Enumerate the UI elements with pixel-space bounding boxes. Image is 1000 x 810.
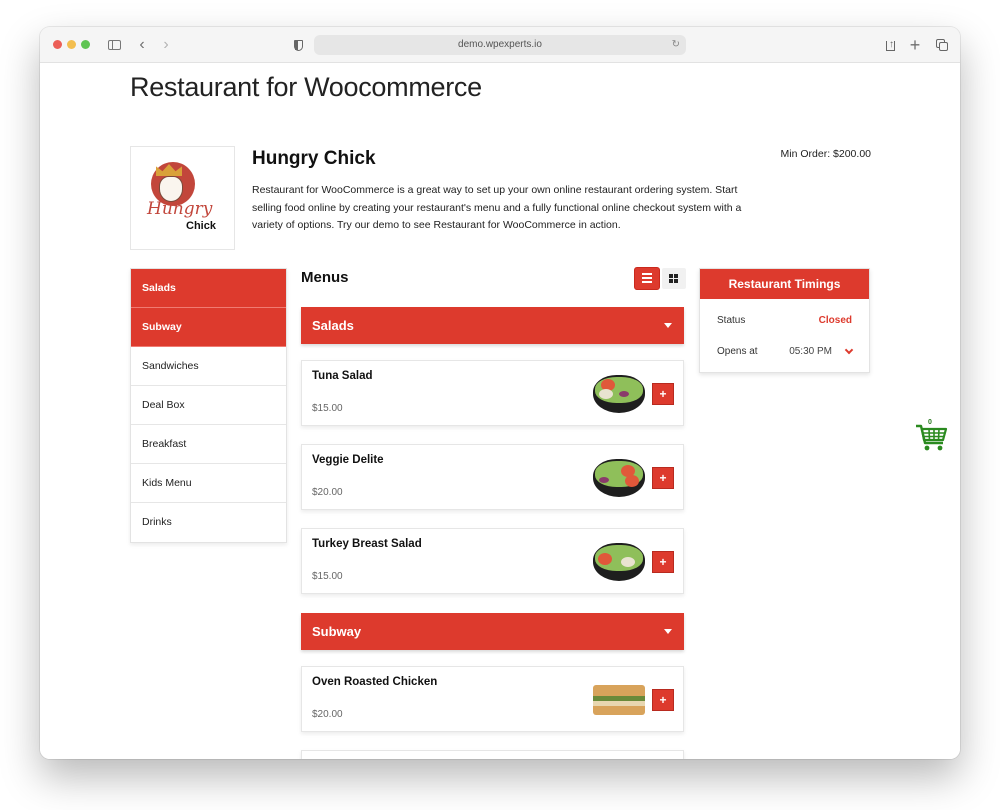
new-tab-icon[interactable]: +	[908, 35, 922, 55]
timings-title: Restaurant Timings	[700, 269, 869, 299]
caret-down-icon	[664, 323, 672, 328]
cart-count-badge: 0	[928, 419, 932, 426]
share-icon[interactable]: ↑	[883, 35, 897, 55]
item-price: $15.00	[312, 403, 343, 414]
store-logo: Hungry Chick	[130, 146, 235, 250]
add-to-cart-button[interactable]: +	[652, 467, 674, 489]
shopping-cart-icon	[916, 424, 948, 451]
status-label: Status	[717, 315, 746, 326]
category-item-salads[interactable]: Salads	[131, 269, 286, 308]
section-title: Salads	[312, 318, 354, 333]
item-price: $20.00	[312, 487, 343, 498]
turkey-breast-salad-image[interactable]	[593, 541, 645, 583]
add-to-cart-button[interactable]: +	[652, 551, 674, 573]
back-arrow-icon[interactable]: ‹	[136, 35, 148, 55]
add-to-cart-button[interactable]: +	[652, 383, 674, 405]
category-item-kids-menu[interactable]: Kids Menu	[131, 464, 286, 503]
maximize-window-button[interactable]	[81, 40, 90, 49]
browser-toolbar: ‹ › demo.wpexperts.io ↻ ↑ +	[40, 27, 960, 63]
menu-item-card: Tuna Salad $15.00 +	[301, 360, 684, 426]
list-icon	[642, 277, 652, 279]
item-price: $20.00	[312, 709, 343, 720]
logo-text-chick: Chick	[186, 220, 216, 232]
grid-icon	[669, 274, 673, 278]
tuna-salad-image[interactable]	[593, 373, 645, 415]
oven-roasted-chicken-image[interactable]	[593, 679, 645, 721]
section-header-subway[interactable]: Subway	[301, 613, 684, 650]
restaurant-timings-panel: Restaurant Timings Status Closed Opens a…	[699, 268, 870, 373]
forward-arrow-icon[interactable]: ›	[160, 35, 172, 55]
grid-icon	[674, 274, 678, 278]
add-to-cart-button[interactable]: +	[652, 689, 674, 711]
category-item-sandwiches[interactable]: Sandwiches	[131, 347, 286, 386]
privacy-shield-icon[interactable]	[292, 35, 304, 55]
section-header-salads[interactable]: Salads	[301, 307, 684, 344]
chevron-down-icon[interactable]	[844, 345, 854, 355]
floating-cart-button[interactable]: 0	[914, 419, 950, 455]
close-window-button[interactable]	[53, 40, 62, 49]
address-bar[interactable]: demo.wpexperts.io ↻	[314, 35, 686, 55]
veggie-delite-image[interactable]	[593, 457, 645, 499]
web-page: Restaurant for Woocommerce Hungry Chick …	[40, 64, 960, 759]
item-price: $15.00	[312, 571, 343, 582]
category-item-subway[interactable]: Subway	[131, 308, 286, 347]
category-item-breakfast[interactable]: Breakfast	[131, 425, 286, 464]
menus-heading: Menus	[301, 269, 349, 286]
tab-overview-icon[interactable]	[933, 35, 949, 55]
grid-view-button[interactable]	[662, 268, 686, 289]
item-name: Veggie Delite	[312, 454, 384, 466]
status-badge: Closed	[818, 315, 852, 326]
menu-item-card: Oven Roasted Chicken $20.00 +	[301, 666, 684, 732]
list-icon	[642, 281, 652, 283]
caret-down-icon	[664, 629, 672, 634]
item-name: Oven Roasted Chicken	[312, 676, 438, 688]
grid-icon	[669, 279, 673, 283]
list-icon	[642, 273, 652, 275]
menu-item-card: Veggie Delite $20.00 +	[301, 444, 684, 510]
minimize-window-button[interactable]	[67, 40, 76, 49]
menu-item-card: Buffalo Chicken +	[301, 750, 684, 759]
min-order: Min Order: $200.00	[780, 148, 871, 160]
item-name: Turkey Breast Salad	[312, 538, 422, 550]
store-name: Hungry Chick	[252, 148, 376, 169]
section-title: Subway	[312, 624, 362, 639]
url-text: demo.wpexperts.io	[458, 39, 542, 50]
store-description: Restaurant for WooCommerce is a great wa…	[252, 184, 742, 231]
logo-text-hungry: Hungry	[147, 199, 213, 219]
menu-item-card: Turkey Breast Salad $15.00 +	[301, 528, 684, 594]
item-name: Tuna Salad	[312, 370, 373, 382]
category-item-deal-box[interactable]: Deal Box	[131, 386, 286, 425]
browser-window: ‹ › demo.wpexperts.io ↻ ↑ + Restaurant f…	[40, 27, 960, 759]
reload-icon[interactable]: ↻	[672, 35, 680, 55]
category-list: Salads Subway Sandwiches Deal Box Breakf…	[130, 268, 287, 543]
list-view-button[interactable]	[635, 268, 659, 289]
opens-at-label: Opens at	[717, 346, 758, 357]
category-item-drinks[interactable]: Drinks	[131, 503, 286, 542]
page-title: Restaurant for Woocommerce	[130, 72, 482, 102]
opens-at-value: 05:30 PM	[789, 346, 832, 357]
sidebar-toggle-icon[interactable]	[107, 35, 123, 55]
grid-icon	[674, 279, 678, 283]
